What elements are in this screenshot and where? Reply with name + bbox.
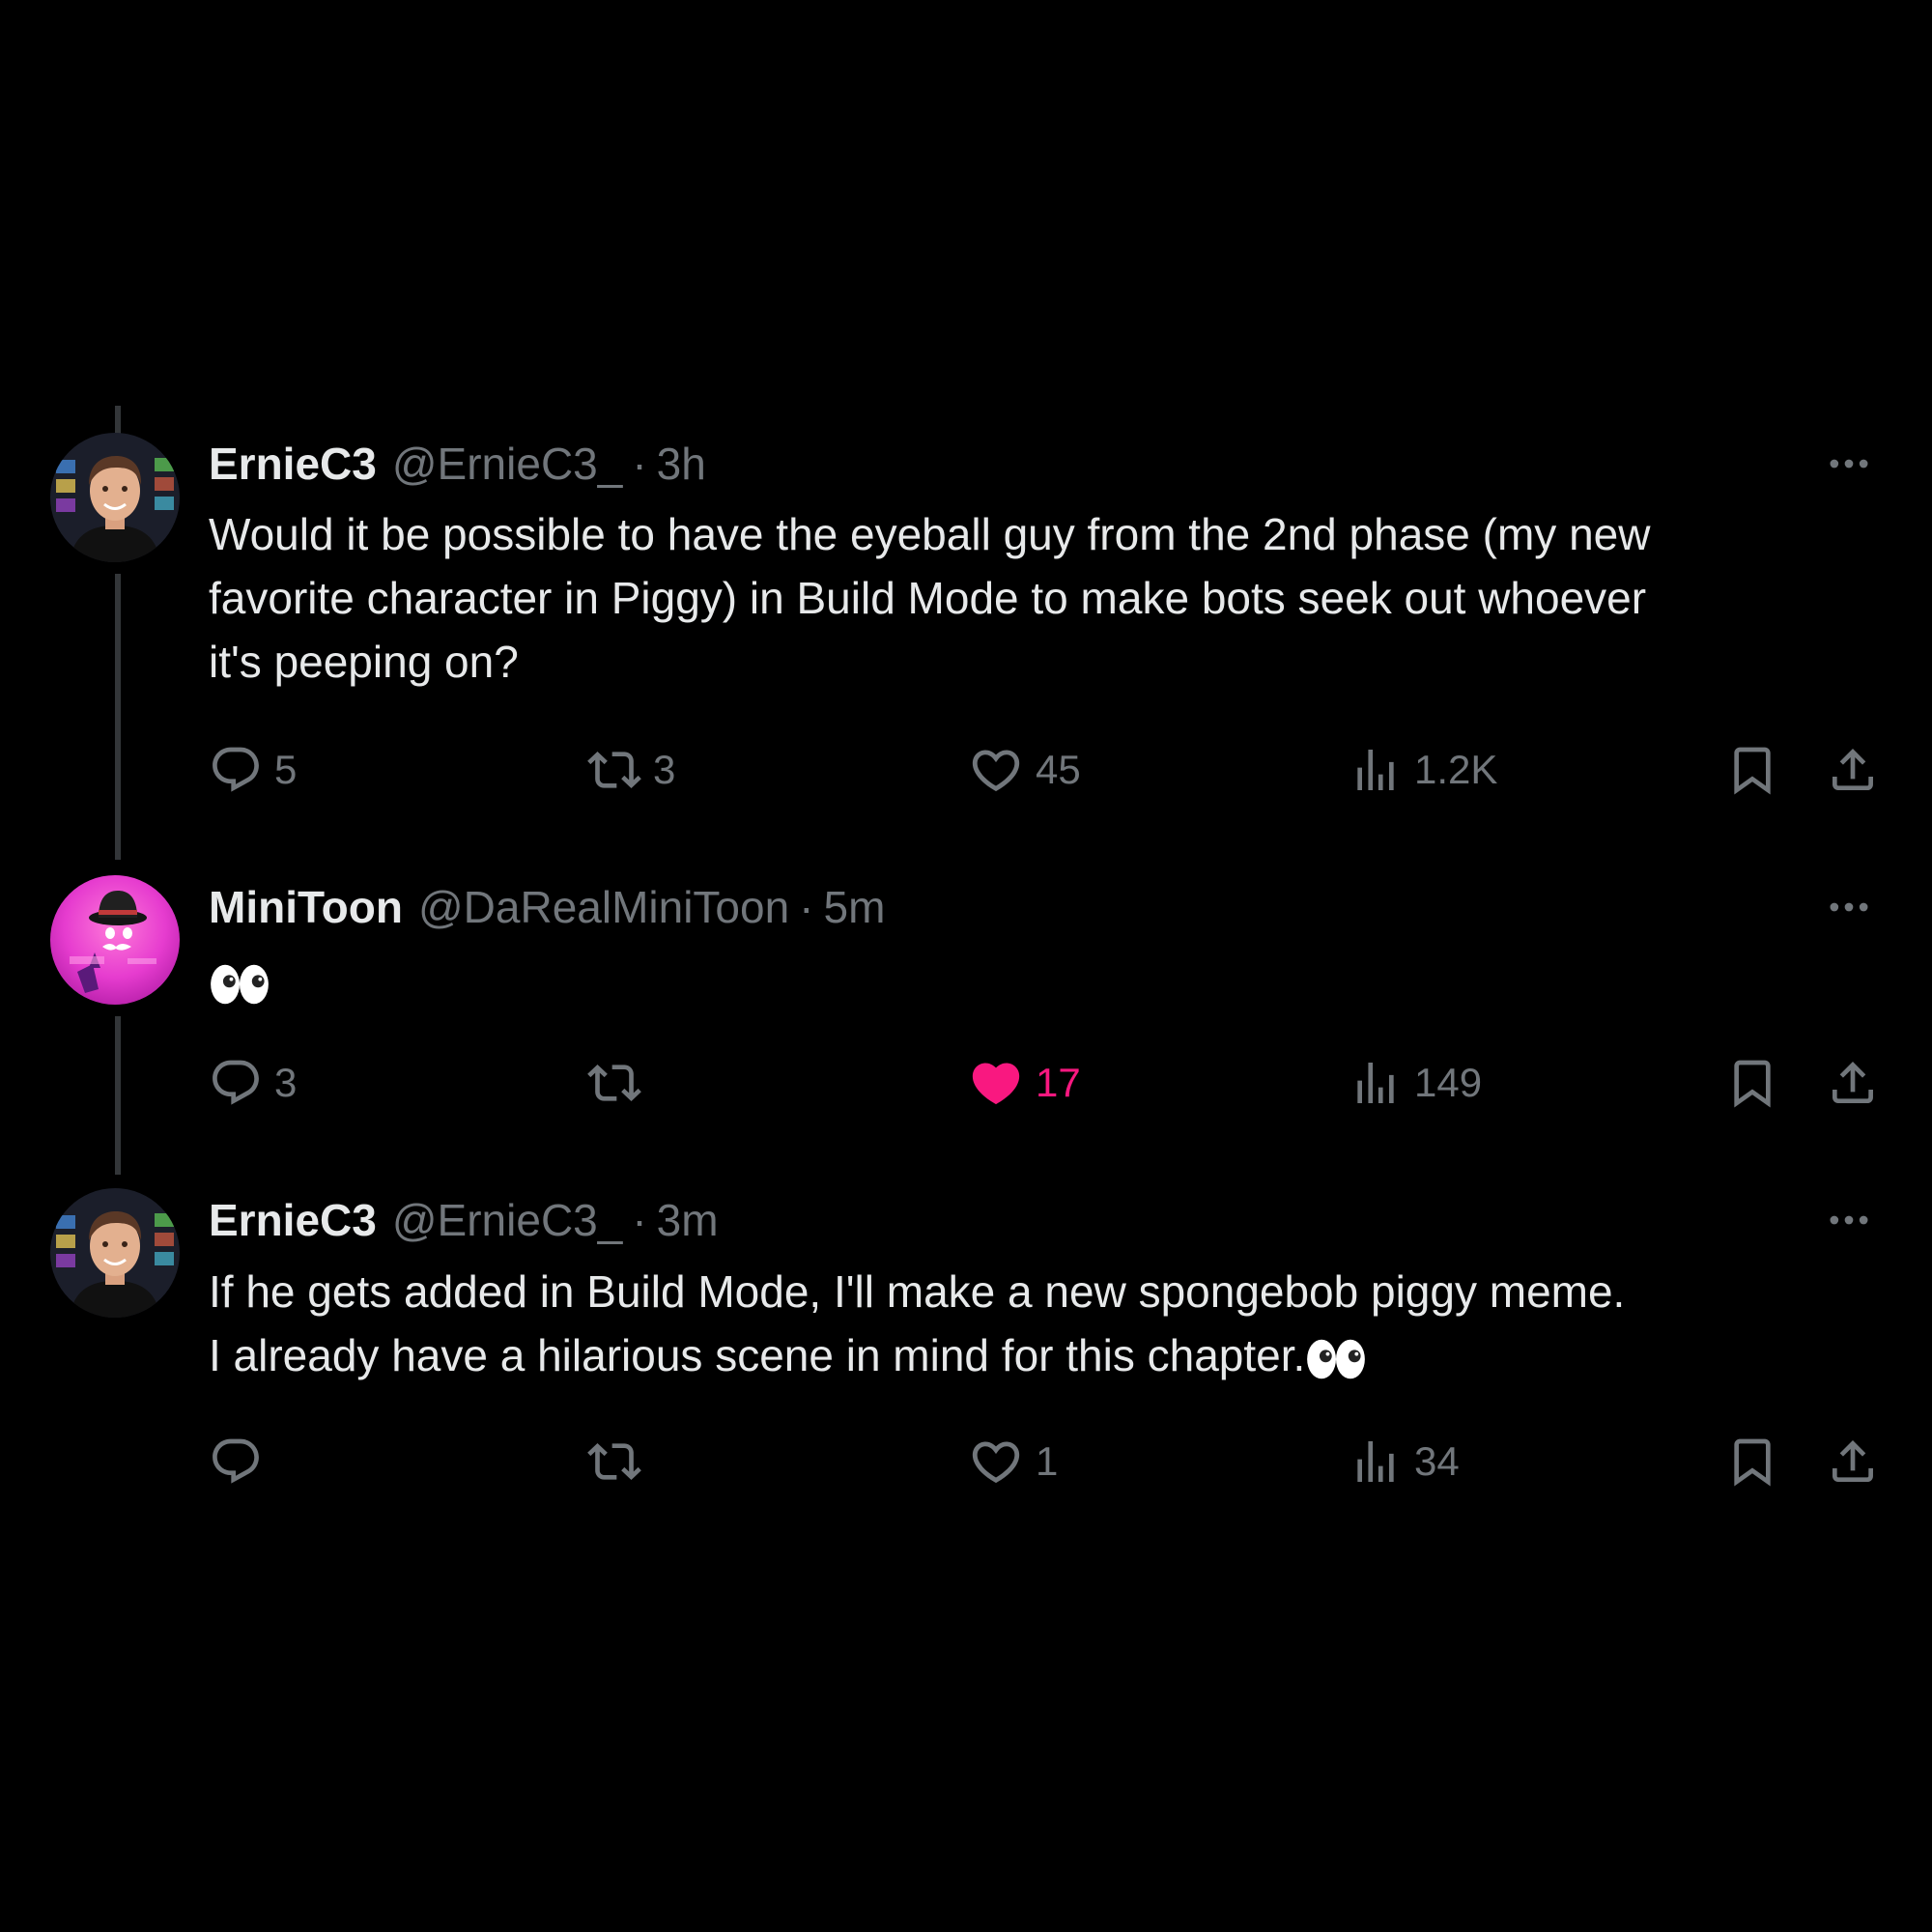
separator: ·	[632, 1195, 647, 1245]
like-count: 1	[1036, 1438, 1059, 1484]
tweet-text: If he gets added in Build Mode, I'll mak…	[209, 1260, 1851, 1387]
more-icon	[1824, 1195, 1874, 1245]
like-button[interactable]: 17	[968, 1054, 1081, 1112]
repost-icon	[587, 1435, 641, 1489]
avatar[interactable]	[50, 1188, 180, 1318]
text-line: it's peeping on?	[209, 637, 519, 687]
views-icon	[1349, 1435, 1403, 1489]
reply-count: 5	[274, 747, 298, 792]
heart-icon	[968, 742, 1024, 798]
repost-button[interactable]: 3	[587, 741, 675, 799]
action-bar: 5 3 45 1.2K	[0, 741, 1932, 799]
heart-icon	[968, 1434, 1024, 1490]
action-bar: 3 17 149	[0, 1054, 1932, 1112]
more-options-button[interactable]	[1820, 1193, 1878, 1247]
more-options-button[interactable]	[1820, 880, 1878, 934]
repost-icon	[587, 1056, 641, 1110]
tweet-text	[209, 949, 1851, 1012]
thread-line	[115, 574, 121, 860]
text-line: I already have a hilarious scene in mind…	[209, 1323, 1851, 1387]
minitoon-avatar	[50, 875, 180, 1005]
bookmark-button[interactable]	[1725, 1054, 1779, 1112]
views-icon	[1349, 743, 1403, 797]
user-handle[interactable]: @DaRealMiniToon	[418, 881, 789, 933]
text-segment: I already have a hilarious scene in mind…	[209, 1330, 1306, 1380]
views-button[interactable]: 34	[1349, 1433, 1460, 1491]
reply-button[interactable]: 5	[209, 741, 297, 799]
views-button[interactable]: 1.2K	[1349, 741, 1497, 799]
separator: ·	[799, 882, 814, 932]
user-handle[interactable]: @ErnieC3_	[392, 1194, 622, 1246]
tweet-text: Would it be possible to have the eyeball…	[209, 502, 1851, 694]
text-line: Would it be possible to have the eyeball…	[209, 509, 1651, 559]
tweet-header: ErnieC3 @ErnieC3_ · 3h	[209, 437, 706, 491]
action-bar: 1 34	[0, 1433, 1932, 1491]
heart-filled-icon	[968, 1055, 1024, 1111]
timestamp[interactable]: 3h	[657, 438, 706, 490]
text-line: If he gets added in Build Mode, I'll mak…	[209, 1266, 1626, 1317]
view-count: 149	[1414, 1060, 1483, 1105]
bookmark-button[interactable]	[1725, 1433, 1779, 1491]
avatar[interactable]	[50, 433, 180, 562]
repost-count: 3	[653, 747, 676, 792]
reply-icon	[209, 1056, 263, 1110]
bookmark-button[interactable]	[1725, 741, 1779, 799]
reply-icon	[209, 743, 263, 797]
repost-button[interactable]	[587, 1054, 653, 1112]
timestamp[interactable]: 5m	[824, 881, 886, 933]
share-button[interactable]	[1826, 1433, 1880, 1491]
bookmark-icon	[1725, 1435, 1779, 1489]
text-line: favorite character in Piggy) in Build Mo…	[209, 573, 1647, 623]
share-icon	[1826, 1056, 1880, 1110]
user-handle[interactable]: @ErnieC3_	[392, 438, 622, 490]
ernie-avatar	[50, 1188, 180, 1318]
reply-button[interactable]	[209, 1433, 274, 1491]
like-count: 45	[1036, 747, 1081, 792]
more-options-button[interactable]	[1820, 437, 1878, 491]
views-button[interactable]: 149	[1349, 1054, 1482, 1112]
display-name[interactable]: ErnieC3	[209, 1194, 377, 1246]
views-icon	[1349, 1056, 1403, 1110]
more-icon	[1824, 439, 1874, 489]
display-name[interactable]: ErnieC3	[209, 438, 377, 490]
share-icon	[1826, 743, 1880, 797]
timestamp[interactable]: 3m	[657, 1194, 719, 1246]
view-count: 1.2K	[1414, 747, 1498, 792]
share-button[interactable]	[1826, 1054, 1880, 1112]
tweet-header: MiniToon @DaRealMiniToon · 5m	[209, 880, 885, 934]
repost-icon	[587, 743, 641, 797]
bookmark-icon	[1725, 1056, 1779, 1110]
reply-icon	[209, 1435, 263, 1489]
tweet-header: ErnieC3 @ErnieC3_ · 3m	[209, 1193, 719, 1247]
view-count: 34	[1414, 1438, 1460, 1484]
conversation-thread: ErnieC3 @ErnieC3_ · 3h Would it be possi…	[0, 0, 1932, 1932]
eyes-emoji	[209, 963, 270, 1006]
reply-count: 3	[274, 1060, 298, 1105]
share-button[interactable]	[1826, 741, 1880, 799]
display-name[interactable]: MiniToon	[209, 881, 403, 933]
separator: ·	[632, 439, 647, 489]
repost-button[interactable]	[587, 1433, 653, 1491]
like-count: 17	[1036, 1060, 1081, 1105]
eyes-emoji	[1305, 1338, 1367, 1380]
avatar[interactable]	[50, 875, 180, 1005]
more-icon	[1824, 882, 1874, 932]
like-button[interactable]: 45	[968, 741, 1081, 799]
share-icon	[1826, 1435, 1880, 1489]
bookmark-icon	[1725, 743, 1779, 797]
reply-button[interactable]: 3	[209, 1054, 297, 1112]
ernie-avatar	[50, 433, 180, 562]
like-button[interactable]: 1	[968, 1433, 1058, 1491]
